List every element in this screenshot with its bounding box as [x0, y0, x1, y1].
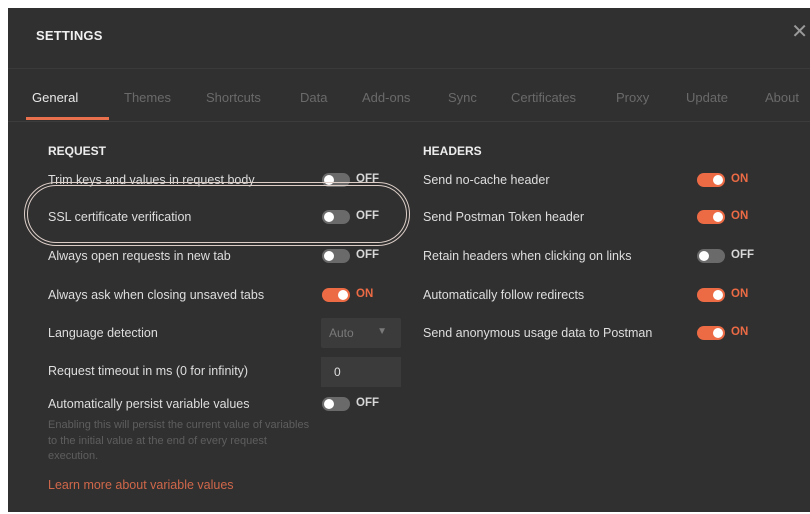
active-tab-indicator [26, 117, 109, 120]
postman-token-label: Send Postman Token header [423, 210, 584, 224]
postman-token-toggle[interactable]: ON [697, 209, 753, 225]
toggle-state-text: OFF [356, 397, 379, 409]
headers-section-title: HEADERS [423, 144, 482, 158]
follow-redirects-label: Automatically follow redirects [423, 288, 585, 302]
toggle-knob [713, 212, 723, 222]
ssl-verification-label: SSL certificate verification [48, 210, 192, 224]
tab-about[interactable]: About [765, 90, 799, 105]
tab-shortcuts[interactable]: Shortcuts [206, 90, 261, 105]
no-cache-toggle[interactable]: ON [697, 172, 753, 188]
close-icon[interactable]: ✕ [791, 22, 808, 42]
ssl-verification-toggle[interactable]: OFF [322, 209, 379, 225]
tab-add-ons[interactable]: Add-ons [362, 90, 410, 105]
tabs-divider [8, 121, 810, 122]
toggle-knob [338, 290, 348, 300]
tab-certificates[interactable]: Certificates [511, 90, 576, 105]
toggle-knob [324, 212, 334, 222]
request-section-title: REQUEST [48, 144, 107, 158]
persist-helper-text: Enabling this will persist the current v… [48, 419, 310, 462]
persist-label: Automatically persist variable values [48, 397, 250, 411]
timeout-input[interactable] [321, 357, 401, 387]
toggle-knob [713, 175, 723, 185]
follow-redirects-toggle[interactable]: ON [697, 287, 753, 303]
tab-data[interactable]: Data [300, 90, 327, 105]
toggle-knob [324, 399, 334, 409]
trim-keys-toggle[interactable]: OFF [322, 172, 379, 188]
tab-bar: General Themes Shortcuts Data Add-ons Sy… [20, 84, 810, 120]
tab-sync[interactable]: Sync [448, 90, 477, 105]
settings-dialog: SETTINGS ✕ General Themes Shortcuts Data… [8, 8, 810, 512]
toggle-knob [699, 251, 709, 261]
toggle-state-text: OFF [356, 249, 379, 261]
toggle-knob [324, 251, 334, 261]
header-divider [8, 68, 810, 69]
select-value: Auto [329, 326, 354, 340]
no-cache-label: Send no-cache header [423, 173, 550, 187]
tab-general[interactable]: General [32, 90, 78, 105]
persist-toggle[interactable]: OFF [322, 396, 379, 412]
retain-headers-label: Retain headers when clicking on links [423, 249, 632, 263]
dialog-title: SETTINGS [36, 28, 103, 43]
timeout-label: Request timeout in ms (0 for infinity) [48, 364, 249, 378]
toggle-state-text: ON [731, 326, 749, 338]
tab-proxy[interactable]: Proxy [616, 90, 649, 105]
toggle-state-text: ON [731, 173, 749, 185]
trim-keys-label: Trim keys and values in request body [48, 173, 255, 187]
toggle-state-text: ON [356, 288, 374, 300]
retain-headers-toggle[interactable]: OFF [697, 248, 754, 264]
tab-update[interactable]: Update [686, 90, 728, 105]
toggle-knob [324, 175, 334, 185]
toggle-state-text: ON [731, 210, 749, 222]
toggle-state-text: OFF [731, 249, 754, 261]
caret-down-icon: ▼ [377, 326, 387, 337]
toggle-state-text: OFF [356, 210, 379, 222]
anon-usage-toggle[interactable]: ON [697, 325, 753, 341]
learn-more-link[interactable]: Learn more about variable values [48, 478, 234, 492]
language-detection-select[interactable]: Auto ▼ [321, 318, 401, 348]
toggle-knob [713, 328, 723, 338]
language-detection-label: Language detection [48, 326, 158, 340]
tab-themes[interactable]: Themes [124, 90, 171, 105]
anon-usage-label: Send anonymous usage data to Postman [423, 326, 653, 340]
ask-close-label: Always ask when closing unsaved tabs [48, 288, 265, 302]
new-tab-label: Always open requests in new tab [48, 249, 231, 263]
toggle-knob [713, 290, 723, 300]
toggle-state-text: ON [731, 288, 749, 300]
new-tab-toggle[interactable]: OFF [322, 248, 379, 264]
toggle-state-text: OFF [356, 173, 379, 185]
ask-close-toggle[interactable]: ON [322, 287, 378, 303]
